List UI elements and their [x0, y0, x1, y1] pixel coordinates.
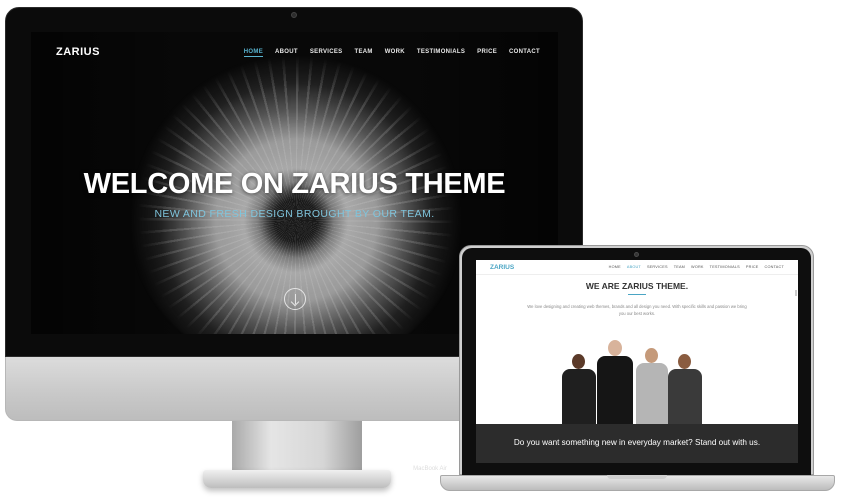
team-member — [596, 340, 634, 424]
nav-team[interactable]: TEAM — [354, 49, 372, 57]
brand-text: MacBook Air — [413, 466, 447, 472]
macbook-screen: ZARIUS HOME ABOUT SERVICES TEAM WORK TES… — [476, 260, 798, 463]
main-navigation: HOME ABOUT SERVICES TEAM WORK TESTIMONIA… — [243, 49, 540, 57]
mb-nav-home[interactable]: HOME — [609, 265, 621, 269]
macbook-notch — [607, 475, 667, 479]
mb-nav-contact[interactable]: CONTACT — [765, 265, 784, 269]
mb-nav-testimonials[interactable]: TESTIMONIALS — [710, 265, 740, 269]
hero-title: WELCOME ON ZARIUS THEME — [83, 168, 506, 200]
device-mockup-scene: ZARIUS HOME ABOUT SERVICES TEAM WORK TES… — [0, 0, 860, 503]
macbook-navigation: HOME ABOUT SERVICES TEAM WORK TESTIMONIA… — [609, 265, 784, 269]
call-to-action-banner: Do you want something new in everyday ma… — [476, 424, 798, 463]
imac-stand-foot — [203, 470, 391, 488]
heading-divider — [628, 294, 646, 295]
page-scrollbar[interactable] — [795, 290, 797, 296]
nav-contact[interactable]: CONTACT — [509, 49, 540, 57]
about-intro: We love designing and creating web theme… — [527, 304, 747, 316]
macbook-camera — [634, 252, 639, 257]
scroll-down-button[interactable] — [284, 288, 306, 310]
team-member — [634, 348, 670, 424]
nav-about[interactable]: ABOUT — [275, 49, 298, 57]
macbook-site-header: ZARIUS HOME ABOUT SERVICES TEAM WORK TES… — [476, 260, 798, 275]
team-photo — [560, 338, 710, 424]
mb-nav-services[interactable]: SERVICES — [647, 265, 668, 269]
mb-nav-about[interactable]: ABOUT — [627, 265, 641, 269]
team-member — [560, 354, 598, 424]
nav-work[interactable]: WORK — [385, 49, 405, 57]
arrow-down-head — [290, 297, 300, 307]
mb-nav-price[interactable]: PRICE — [746, 265, 759, 269]
imac-stand-neck — [232, 421, 362, 471]
about-heading: WE ARE ZARIUS THEME. — [585, 281, 689, 291]
imac-camera — [291, 12, 297, 18]
mb-nav-work[interactable]: WORK — [691, 265, 704, 269]
site-logo[interactable]: ZARIUS — [56, 46, 100, 58]
mb-nav-team[interactable]: TEAM — [674, 265, 685, 269]
nav-home[interactable]: HOME — [243, 49, 263, 57]
team-member — [666, 354, 704, 424]
nav-price[interactable]: PRICE — [477, 49, 497, 57]
nav-testimonials[interactable]: TESTIMONIALS — [417, 49, 465, 57]
macbook-site-logo[interactable]: ZARIUS — [490, 264, 514, 271]
hero-subtitle: NEW AND FRESH DESIGN BROUGHT BY OUR TEAM… — [154, 208, 435, 220]
nav-services[interactable]: SERVICES — [310, 49, 343, 57]
banner-text: Do you want something new in everyday ma… — [513, 438, 761, 447]
